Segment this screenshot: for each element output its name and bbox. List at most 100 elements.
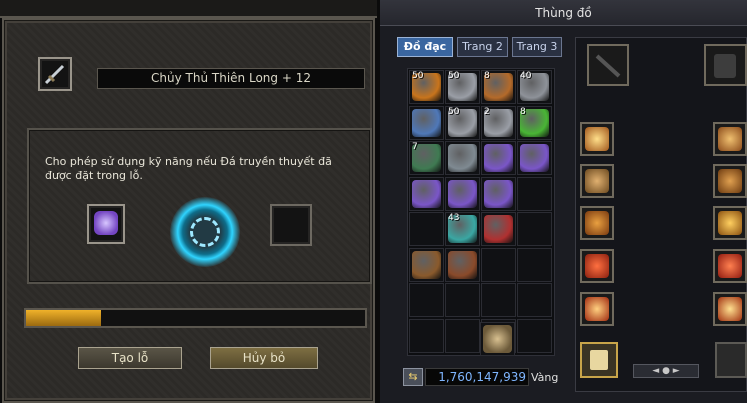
inventory-cell[interactable] xyxy=(481,176,516,211)
armor-icon xyxy=(448,250,477,279)
weapon-slot[interactable] xyxy=(38,57,72,91)
inventory-cell[interactable]: 50 xyxy=(409,70,444,104)
purple-rune-icon xyxy=(520,144,549,172)
item-quantity: 2 xyxy=(484,106,490,117)
item-quantity: 7 xyxy=(412,142,418,152)
inventory-cell[interactable] xyxy=(481,283,516,317)
item-quantity: 8 xyxy=(484,71,490,81)
inventory-cell[interactable] xyxy=(409,176,444,211)
inventory-cell[interactable] xyxy=(445,141,480,175)
currency-label: Vàng xyxy=(531,371,559,384)
equip-slot[interactable] xyxy=(713,292,747,326)
dagger-icon xyxy=(595,54,621,78)
tab-page-2[interactable]: Trang 2 xyxy=(457,37,508,57)
item-quantity: 8 xyxy=(520,106,526,117)
equipment-page-control[interactable]: ◄ ● ► xyxy=(633,364,699,378)
equip-slot[interactable] xyxy=(713,249,747,283)
inventory-cell[interactable]: 7 xyxy=(409,141,444,175)
helmet-icon xyxy=(718,297,742,321)
inventory-cell[interactable] xyxy=(409,212,444,246)
boots-icon xyxy=(585,297,609,321)
inventory-cell[interactable] xyxy=(481,247,516,282)
inventory-cell[interactable] xyxy=(445,318,480,353)
armor-icon xyxy=(718,169,742,193)
blue-pet-icon xyxy=(412,108,441,137)
money-icon[interactable]: ⇆ xyxy=(403,368,423,386)
inventory-cell[interactable] xyxy=(517,176,552,211)
ring-icon xyxy=(585,254,609,278)
costume-slot[interactable] xyxy=(580,342,618,378)
progress-bar xyxy=(24,308,367,328)
inventory-cell[interactable]: 8 xyxy=(481,70,516,104)
equip-slot[interactable] xyxy=(713,164,747,198)
equip-slot[interactable] xyxy=(713,206,747,240)
inventory-title: Thùng đồ xyxy=(380,0,747,26)
inventory-cell[interactable] xyxy=(517,212,552,246)
socket-vortex-icon xyxy=(170,197,240,267)
inventory-cell[interactable] xyxy=(409,283,444,317)
tab-items[interactable]: Đồ đạc xyxy=(397,37,453,57)
item-name-field: Chủy Thủ Thiên Long + 12 xyxy=(97,68,365,89)
purple-rune-icon xyxy=(94,211,118,235)
item-quantity: 40 xyxy=(520,71,532,81)
equip-slot[interactable] xyxy=(715,342,747,378)
shield-icon xyxy=(714,54,736,78)
belt-icon xyxy=(718,127,742,151)
gloves-icon xyxy=(585,211,609,235)
inventory-cell[interactable]: 43 xyxy=(445,212,480,246)
legend-stone-slot[interactable] xyxy=(87,204,125,244)
item-quantity: 50 xyxy=(412,71,424,81)
bow-icon xyxy=(483,325,512,353)
inventory-cell[interactable] xyxy=(445,176,480,211)
inventory-cell[interactable] xyxy=(409,105,444,140)
socket-frame: Cho phép sử dụng kỹ năng nếu Đá truyền t… xyxy=(27,128,372,284)
equip-weapon-slot[interactable] xyxy=(587,44,629,86)
equip-slot[interactable] xyxy=(580,164,614,198)
equip-slot[interactable] xyxy=(580,249,614,283)
equip-slot[interactable] xyxy=(713,122,747,156)
equip-slot[interactable] xyxy=(580,122,614,156)
inventory-cell[interactable] xyxy=(445,283,480,317)
purple-rune-icon xyxy=(448,179,477,208)
inventory-cell[interactable] xyxy=(481,141,516,175)
money-amount: 1,760,147,939 xyxy=(425,368,529,386)
socket-panel-body: Chủy Thủ Thiên Long + 12 Cho phép sử dụn… xyxy=(2,18,375,403)
inventory-cell[interactable]: 50 xyxy=(445,70,480,104)
progress-fill xyxy=(26,310,101,326)
result-slot[interactable] xyxy=(270,204,312,246)
inventory-cell[interactable] xyxy=(481,212,516,246)
purple-rune-icon xyxy=(484,144,513,172)
red-cape-icon xyxy=(484,215,513,243)
inventory-cell[interactable]: 8 xyxy=(517,105,552,140)
inventory-cell[interactable] xyxy=(480,322,515,356)
inventory-cell[interactable] xyxy=(445,247,480,282)
item-quantity: 50 xyxy=(448,106,460,117)
purple-rune-icon xyxy=(484,179,513,208)
purple-rune-icon xyxy=(412,179,441,208)
equip-slot[interactable] xyxy=(580,292,614,326)
socket-panel: Chủy Thủ Thiên Long + 12 Cho phép sử dụn… xyxy=(0,0,377,403)
equip-slot[interactable] xyxy=(580,206,614,240)
armor-icon xyxy=(585,169,609,193)
inventory-cell[interactable] xyxy=(409,247,444,282)
tab-page-3[interactable]: Trang 3 xyxy=(512,37,562,57)
armor-icon xyxy=(412,250,441,279)
inventory-cell[interactable]: 50 xyxy=(445,105,480,140)
inventory-grid: 50 50 8 40 50 2 8 7 43 xyxy=(407,68,555,356)
inventory-cell[interactable]: 2 xyxy=(481,105,516,140)
inventory-cell[interactable] xyxy=(517,247,552,282)
create-socket-button[interactable]: Tạo lỗ xyxy=(78,347,182,369)
equip-shield-slot[interactable] xyxy=(704,44,747,86)
ring-icon xyxy=(718,254,742,278)
inventory-cell[interactable]: 40 xyxy=(517,70,552,104)
inventory-cell[interactable] xyxy=(517,283,552,317)
dagger-icon xyxy=(44,64,65,85)
cancel-button[interactable]: Hủy bỏ xyxy=(210,347,318,369)
dagger-icon xyxy=(448,144,477,172)
costume-icon xyxy=(590,350,608,370)
inventory-cell[interactable] xyxy=(517,318,552,353)
inventory-cell[interactable] xyxy=(517,141,552,175)
amulet-icon xyxy=(585,127,609,151)
socket-description: Cho phép sử dụng kỹ năng nếu Đá truyền t… xyxy=(45,155,332,182)
inventory-cell[interactable] xyxy=(409,318,444,353)
